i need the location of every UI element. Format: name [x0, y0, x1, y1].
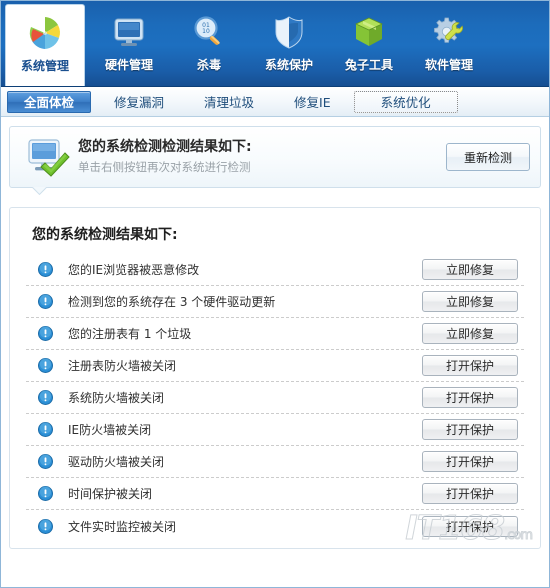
result-action-button[interactable]: 打开保护	[422, 355, 518, 376]
pie-chart-icon	[25, 11, 65, 55]
monitor-icon	[109, 10, 149, 54]
result-label: IE防火墙被关闭	[68, 423, 152, 437]
tab-label: 修复IE	[294, 94, 331, 110]
tab-fix-vulnerabilities[interactable]: 修复漏洞	[97, 91, 181, 113]
content-area: 您的系统检测检测结果如下: 单击右侧按钮再次对系统进行检测 重新检测 您的系统检…	[1, 117, 549, 587]
warning-icon	[38, 518, 62, 534]
result-label: 注册表防火墙被关闭	[68, 359, 177, 373]
panel-tail	[32, 187, 50, 196]
result-label: 时间保护被关闭	[68, 487, 153, 501]
summary-subtitle: 单击右侧按钮再次对系统进行检测	[78, 160, 251, 174]
results-panel: 您的系统检测结果如下: 您的IE浏览器被恶意修改 立即修复 检测到您的系统存在 …	[9, 207, 541, 549]
warning-icon	[38, 390, 62, 405]
result-action-button[interactable]: 立即修复	[422, 259, 518, 280]
nav-item-label: 软件管理	[424, 58, 473, 72]
result-action-button[interactable]: 打开保护	[422, 387, 518, 408]
result-action-button[interactable]: 打开保护	[422, 483, 518, 504]
nav-item-system-management[interactable]: 系统管理	[5, 4, 85, 87]
sub-tab-bar: 全面体检 修复漏洞 清理垃圾 修复IE 系统优化	[1, 87, 549, 117]
result-label: 文件实时监控被关闭	[68, 519, 177, 534]
summary-title: 您的系统检测检测结果如下:	[78, 139, 252, 155]
nav-item-label: 杀毒	[196, 58, 221, 72]
application-window: 系统管理 硬件管理 01 10 杀毒 系统保护 兔子工具 软件管理 全面体检 修…	[0, 0, 550, 588]
result-action-button[interactable]: 打开保护	[422, 451, 518, 472]
green-box-icon	[349, 10, 389, 54]
shield-icon	[269, 10, 309, 54]
warning-icon	[38, 326, 62, 341]
monitor-check-icon	[22, 136, 74, 178]
results-list: 您的IE浏览器被恶意修改 立即修复 检测到您的系统存在 3 个硬件驱动更新 立即…	[26, 254, 524, 542]
result-action-button[interactable]: 立即修复	[422, 291, 518, 312]
result-row: 文件实时监控被关闭 打开保护	[26, 510, 524, 542]
warning-icon	[38, 358, 62, 373]
result-row: 您的注册表有 1 个垃圾 立即修复	[26, 318, 524, 350]
tab-clean-junk[interactable]: 清理垃圾	[187, 91, 271, 113]
nav-item-hardware-management[interactable]: 硬件管理	[89, 4, 169, 86]
result-label: 系统防火墙被关闭	[68, 391, 165, 405]
nav-item-software-management[interactable]: 软件管理	[409, 4, 489, 86]
nav-item-antivirus[interactable]: 01 10 杀毒	[169, 4, 249, 86]
result-label: 驱动防火墙被关闭	[68, 455, 165, 469]
warning-icon	[38, 422, 62, 437]
tab-label: 全面体检	[24, 94, 75, 110]
result-row: IE防火墙被关闭 打开保护	[26, 414, 524, 446]
tab-label: 修复漏洞	[114, 94, 165, 110]
rescan-button[interactable]: 重新检测	[446, 143, 530, 171]
tab-system-optimization[interactable]: 系统优化	[353, 90, 458, 113]
magnifier-icon: 01 10	[189, 10, 229, 54]
warning-icon	[38, 294, 62, 309]
result-action-button[interactable]: 打开保护	[422, 515, 518, 537]
result-row: 检测到您的系统存在 3 个硬件驱动更新 立即修复	[26, 286, 524, 318]
detection-summary-panel: 您的系统检测检测结果如下: 单击右侧按钮再次对系统进行检测 重新检测	[9, 126, 541, 188]
result-row: 系统防火墙被关闭 打开保护	[26, 382, 524, 414]
nav-item-system-protection[interactable]: 系统保护	[249, 4, 329, 86]
result-row: 时间保护被关闭 打开保护	[26, 478, 524, 510]
result-label: 您的IE浏览器被恶意修改	[68, 263, 200, 277]
warning-icon	[38, 486, 62, 501]
tab-label: 系统优化	[380, 94, 431, 110]
main-toolbar: 系统管理 硬件管理 01 10 杀毒 系统保护 兔子工具 软件管理	[1, 1, 549, 87]
nav-item-label: 兔子工具	[344, 58, 393, 72]
nav-item-rabbit-tools[interactable]: 兔子工具	[329, 4, 409, 86]
warning-icon	[38, 454, 62, 469]
tab-repair-ie[interactable]: 修复IE	[277, 91, 348, 113]
gear-wrench-icon	[429, 10, 469, 54]
result-row: 您的IE浏览器被恶意修改 立即修复	[26, 254, 524, 286]
result-label: 检测到您的系统存在 3 个硬件驱动更新	[68, 295, 276, 309]
svg-text:10: 10	[202, 28, 210, 35]
result-row: 驱动防火墙被关闭 打开保护	[26, 446, 524, 478]
summary-text: 您的系统检测检测结果如下: 单击右侧按钮再次对系统进行检测	[74, 138, 446, 176]
result-action-button[interactable]: 立即修复	[422, 323, 518, 344]
nav-item-label: 系统管理	[20, 59, 69, 73]
nav-item-label: 硬件管理	[104, 58, 153, 72]
warning-icon	[38, 262, 62, 277]
tab-full-checkup[interactable]: 全面体检	[7, 90, 92, 113]
results-heading: 您的系统检测结果如下:	[32, 227, 178, 243]
result-row: 注册表防火墙被关闭 打开保护	[26, 350, 524, 382]
tab-label: 清理垃圾	[204, 94, 255, 110]
result-action-button[interactable]: 打开保护	[422, 419, 518, 440]
result-label: 您的注册表有 1 个垃圾	[68, 327, 192, 341]
nav-item-label: 系统保护	[264, 58, 313, 72]
